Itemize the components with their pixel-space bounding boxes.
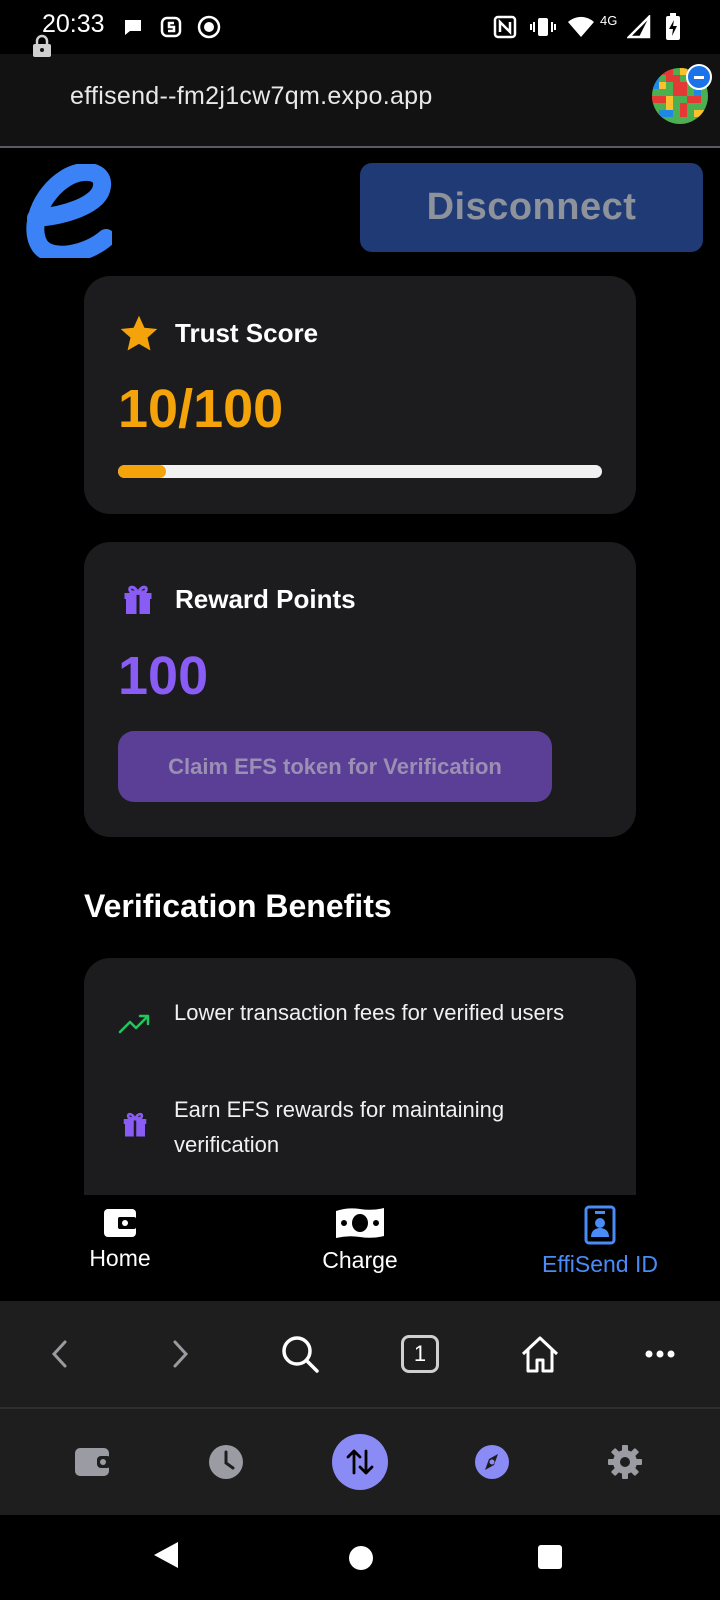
system-back-icon[interactable] [152,1540,180,1575]
tab-charge-label: Charge [322,1247,398,1273]
trending-up-icon [118,1013,152,1040]
signal-icon [624,12,654,42]
system-recents-icon[interactable] [537,1544,563,1575]
effisend-logo [22,162,115,264]
tabs-button[interactable]: 1 [390,1325,450,1383]
wifi-icon [566,12,596,42]
star-icon [118,314,160,359]
compass-icon[interactable] [463,1433,521,1491]
tab-charge[interactable]: Charge [240,1205,480,1295]
network-type: 4G [600,13,618,28]
trust-score-title: Trust Score [175,318,319,348]
lock-icon [30,34,54,58]
gift-icon [120,1108,150,1145]
battery-charging-icon [658,12,688,42]
verification-benefits-title: Verification Benefits [84,888,392,924]
search-icon[interactable] [270,1325,330,1383]
claim-efs-button[interactable]: Claim EFS token for Verification [118,731,552,802]
clock-icon[interactable] [197,1433,255,1491]
tab-home[interactable]: Home [0,1205,240,1295]
minus-badge-icon [686,64,712,90]
system-home-icon[interactable] [348,1545,374,1576]
url-text[interactable]: effisend--fm2j1cw7qm.expo.app [70,82,433,111]
browser-nav-bar [0,1301,720,1409]
trust-score-value: 10/100 [118,379,284,439]
chat-notification-icon [118,12,148,42]
tab-count: 1 [401,1335,439,1373]
record-icon [194,12,224,42]
cash-icon [336,1208,384,1238]
gear-icon[interactable] [596,1433,654,1491]
forward-icon[interactable] [150,1325,210,1383]
tab-home-label: Home [89,1245,151,1271]
wallet-icon [104,1209,136,1237]
back-icon[interactable] [30,1325,90,1383]
tab-effisend-id-label: EffiSend ID [542,1251,658,1277]
benefit-text: Lower transaction fees for verified user… [174,1000,565,1025]
wallet-icon[interactable] [64,1433,122,1491]
home-icon[interactable] [510,1325,570,1383]
reward-points-value: 100 [118,646,209,706]
reward-points-title: Reward Points [175,584,356,614]
more-icon[interactable] [630,1325,690,1383]
vibrate-icon [528,12,558,42]
benefit-text: Earn EFS rewards for maintaining verific… [174,1097,505,1157]
id-badge-icon [584,1205,616,1245]
gift-icon [120,580,156,623]
app-notification-icon [156,12,186,42]
trust-score-progress [118,465,602,478]
trust-score-progress-fill [118,465,167,478]
tab-effisend-id[interactable]: EffiSend ID [480,1205,720,1295]
disconnect-button[interactable]: Disconnect [360,163,703,252]
nfc-icon [490,12,520,42]
swap-icon[interactable] [331,1433,389,1491]
